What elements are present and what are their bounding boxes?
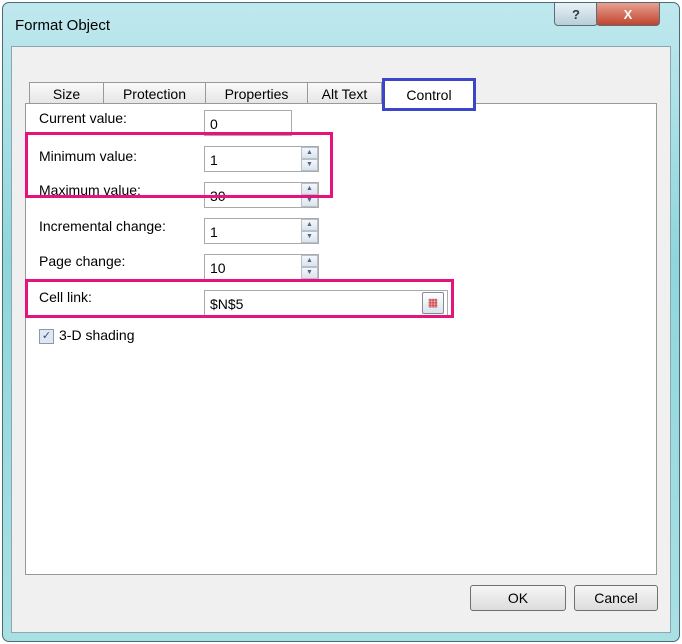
ok-button[interactable]: OK <box>470 585 566 611</box>
spin-down-icon[interactable]: ▼ <box>301 231 318 243</box>
dialog-title: Format Object <box>15 17 111 34</box>
dialog-body: Size Protection Properties Alt Text Cont… <box>11 46 671 633</box>
current-value-label: Current value: <box>39 110 127 126</box>
tab-size[interactable]: Size <box>29 82 104 105</box>
min-max-highlight <box>25 132 333 198</box>
close-button[interactable]: X <box>596 3 660 26</box>
cell-link-highlight <box>25 279 454 318</box>
tab-properties[interactable]: Properties <box>205 82 308 105</box>
tab-alt-text[interactable]: Alt Text <box>307 82 382 105</box>
format-object-dialog: Format Object ? X Size Protection Proper… <box>2 2 680 642</box>
control-panel: Current value: 0 Minimum value: 1 ▲ ▼ Max… <box>25 103 657 575</box>
page-change-spinner[interactable]: ▲ ▼ <box>301 255 318 279</box>
tab-protection[interactable]: Protection <box>103 82 206 105</box>
incremental-change-spinner[interactable]: ▲ ▼ <box>301 219 318 243</box>
page-change-label: Page change: <box>39 253 126 269</box>
tab-control[interactable]: Control <box>382 78 476 111</box>
shading-checkbox[interactable]: ✓ <box>39 329 54 344</box>
shading-label: 3-D shading <box>59 327 135 343</box>
incremental-change-label: Incremental change: <box>39 218 166 234</box>
spin-up-icon[interactable]: ▲ <box>301 255 318 267</box>
cancel-button[interactable]: Cancel <box>574 585 658 611</box>
spin-up-icon[interactable]: ▲ <box>301 219 318 231</box>
help-button[interactable]: ? <box>554 3 598 26</box>
spin-down-icon[interactable]: ▼ <box>301 267 318 279</box>
